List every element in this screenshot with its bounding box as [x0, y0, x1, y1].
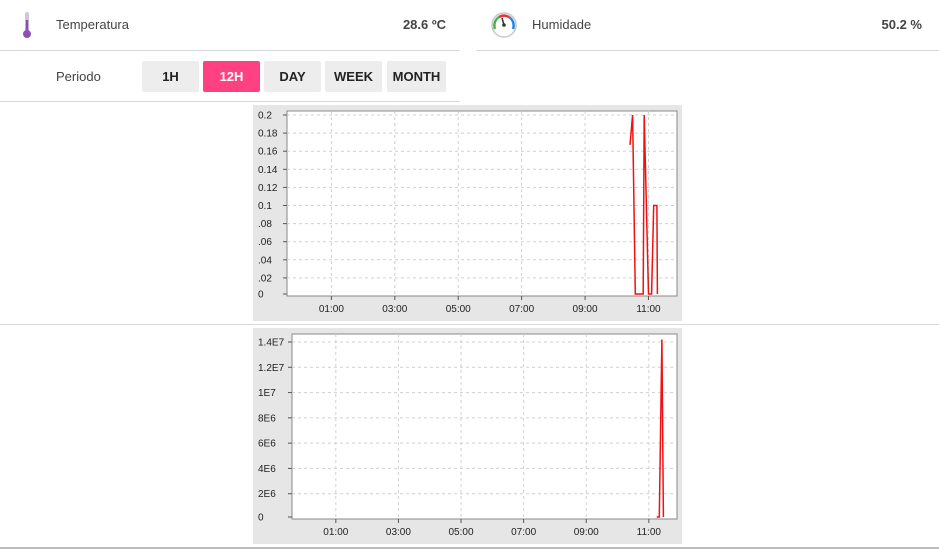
chart-2-ytick-label: 0	[258, 513, 264, 524]
chart-1-xtick-label: 11:00	[636, 304, 661, 315]
chart-2-ytick-label: 2E6	[258, 489, 276, 500]
chart-1-plot-area	[286, 110, 678, 297]
period-day-button[interactable]: DAY	[264, 61, 321, 92]
chart-1-ytick-label: 0.12	[258, 183, 278, 194]
chart-2-xtick-label: 11:00	[637, 527, 662, 538]
chart-1-ytick-label: 0.18	[258, 129, 278, 140]
chart-2-xtick-label: 05:00	[449, 527, 474, 538]
chart-1: 0.2 0.18 0.16 0.14 0.12 0.1 .08 .06 .04 .02 0 01:00…	[253, 105, 682, 321]
period-label: Periodo	[56, 69, 101, 84]
period-month-button[interactable]: MONTH	[387, 61, 446, 92]
chart-1-xtick-label: 09:00	[573, 304, 598, 315]
chart-1-ytick-label: .08	[258, 219, 272, 230]
chart-2: 1.4E7 1.2E7 1E7 8E6 6E6 4E6 2E6 0 01:00 03:00 05:0…	[253, 328, 682, 544]
chart-2-ytick-label: 8E6	[258, 413, 276, 424]
chart-2-plot-area	[291, 333, 678, 520]
chart-2-xtick-label: 09:00	[574, 527, 599, 538]
chart-2-svg: 1.4E7 1.2E7 1E7 8E6 6E6 4E6 2E6 0 01:00 03:00 05:0…	[258, 333, 678, 538]
humidity-label: Humidade	[532, 17, 592, 32]
chart-2-xtick-label: 07:00	[511, 527, 536, 538]
chart-2-ytick-label: 1.2E7	[258, 363, 285, 374]
chart-2-ytick-label: 1.4E7	[258, 338, 285, 349]
divider	[476, 50, 939, 51]
chart-2-xtick-label: 03:00	[386, 527, 411, 538]
chart-1-xtick-label: 01:00	[319, 304, 344, 315]
chart-1-ytick-label: 0.1	[258, 201, 272, 212]
chart-2-xtick-label: 01:00	[323, 527, 348, 538]
chart-2-ytick-label: 4E6	[258, 464, 276, 475]
chart-1-ytick-label: .02	[258, 273, 272, 284]
period-1h-button[interactable]: 1H	[142, 61, 199, 92]
chart-1-xtick-label: 07:00	[509, 304, 534, 315]
divider	[0, 324, 939, 325]
divider	[0, 50, 460, 51]
temperature-label: Temperatura	[56, 17, 129, 32]
chart-1-xtick-label: 05:00	[446, 304, 471, 315]
chart-1-ytick-label: 0.2	[258, 111, 272, 122]
chart-1-ytick-label: .06	[258, 237, 272, 248]
thermometer-icon	[20, 10, 34, 40]
hygrometer-icon	[490, 11, 518, 39]
divider	[0, 547, 939, 549]
period-week-button[interactable]: WEEK	[325, 61, 382, 92]
period-12h-button[interactable]: 12H	[203, 61, 260, 92]
chart-1-svg: 0.2 0.18 0.16 0.14 0.12 0.1 .08 .06 .04 .02 0 01:00…	[258, 110, 678, 315]
chart-1-ytick-label: 0.16	[258, 147, 278, 158]
chart-1-ytick-label: 0.14	[258, 165, 278, 176]
chart-1-xtick-label: 03:00	[382, 304, 407, 315]
chart-1-ytick-label: .04	[258, 255, 272, 266]
humidity-value: 50.2 %	[881, 17, 922, 32]
divider	[0, 101, 460, 102]
temperature-value: 28.6 ºC	[402, 17, 446, 32]
chart-2-ytick-label: 6E6	[258, 439, 276, 450]
chart-2-ytick-label: 1E7	[258, 388, 276, 399]
chart-1-ytick-label: 0	[258, 290, 264, 301]
